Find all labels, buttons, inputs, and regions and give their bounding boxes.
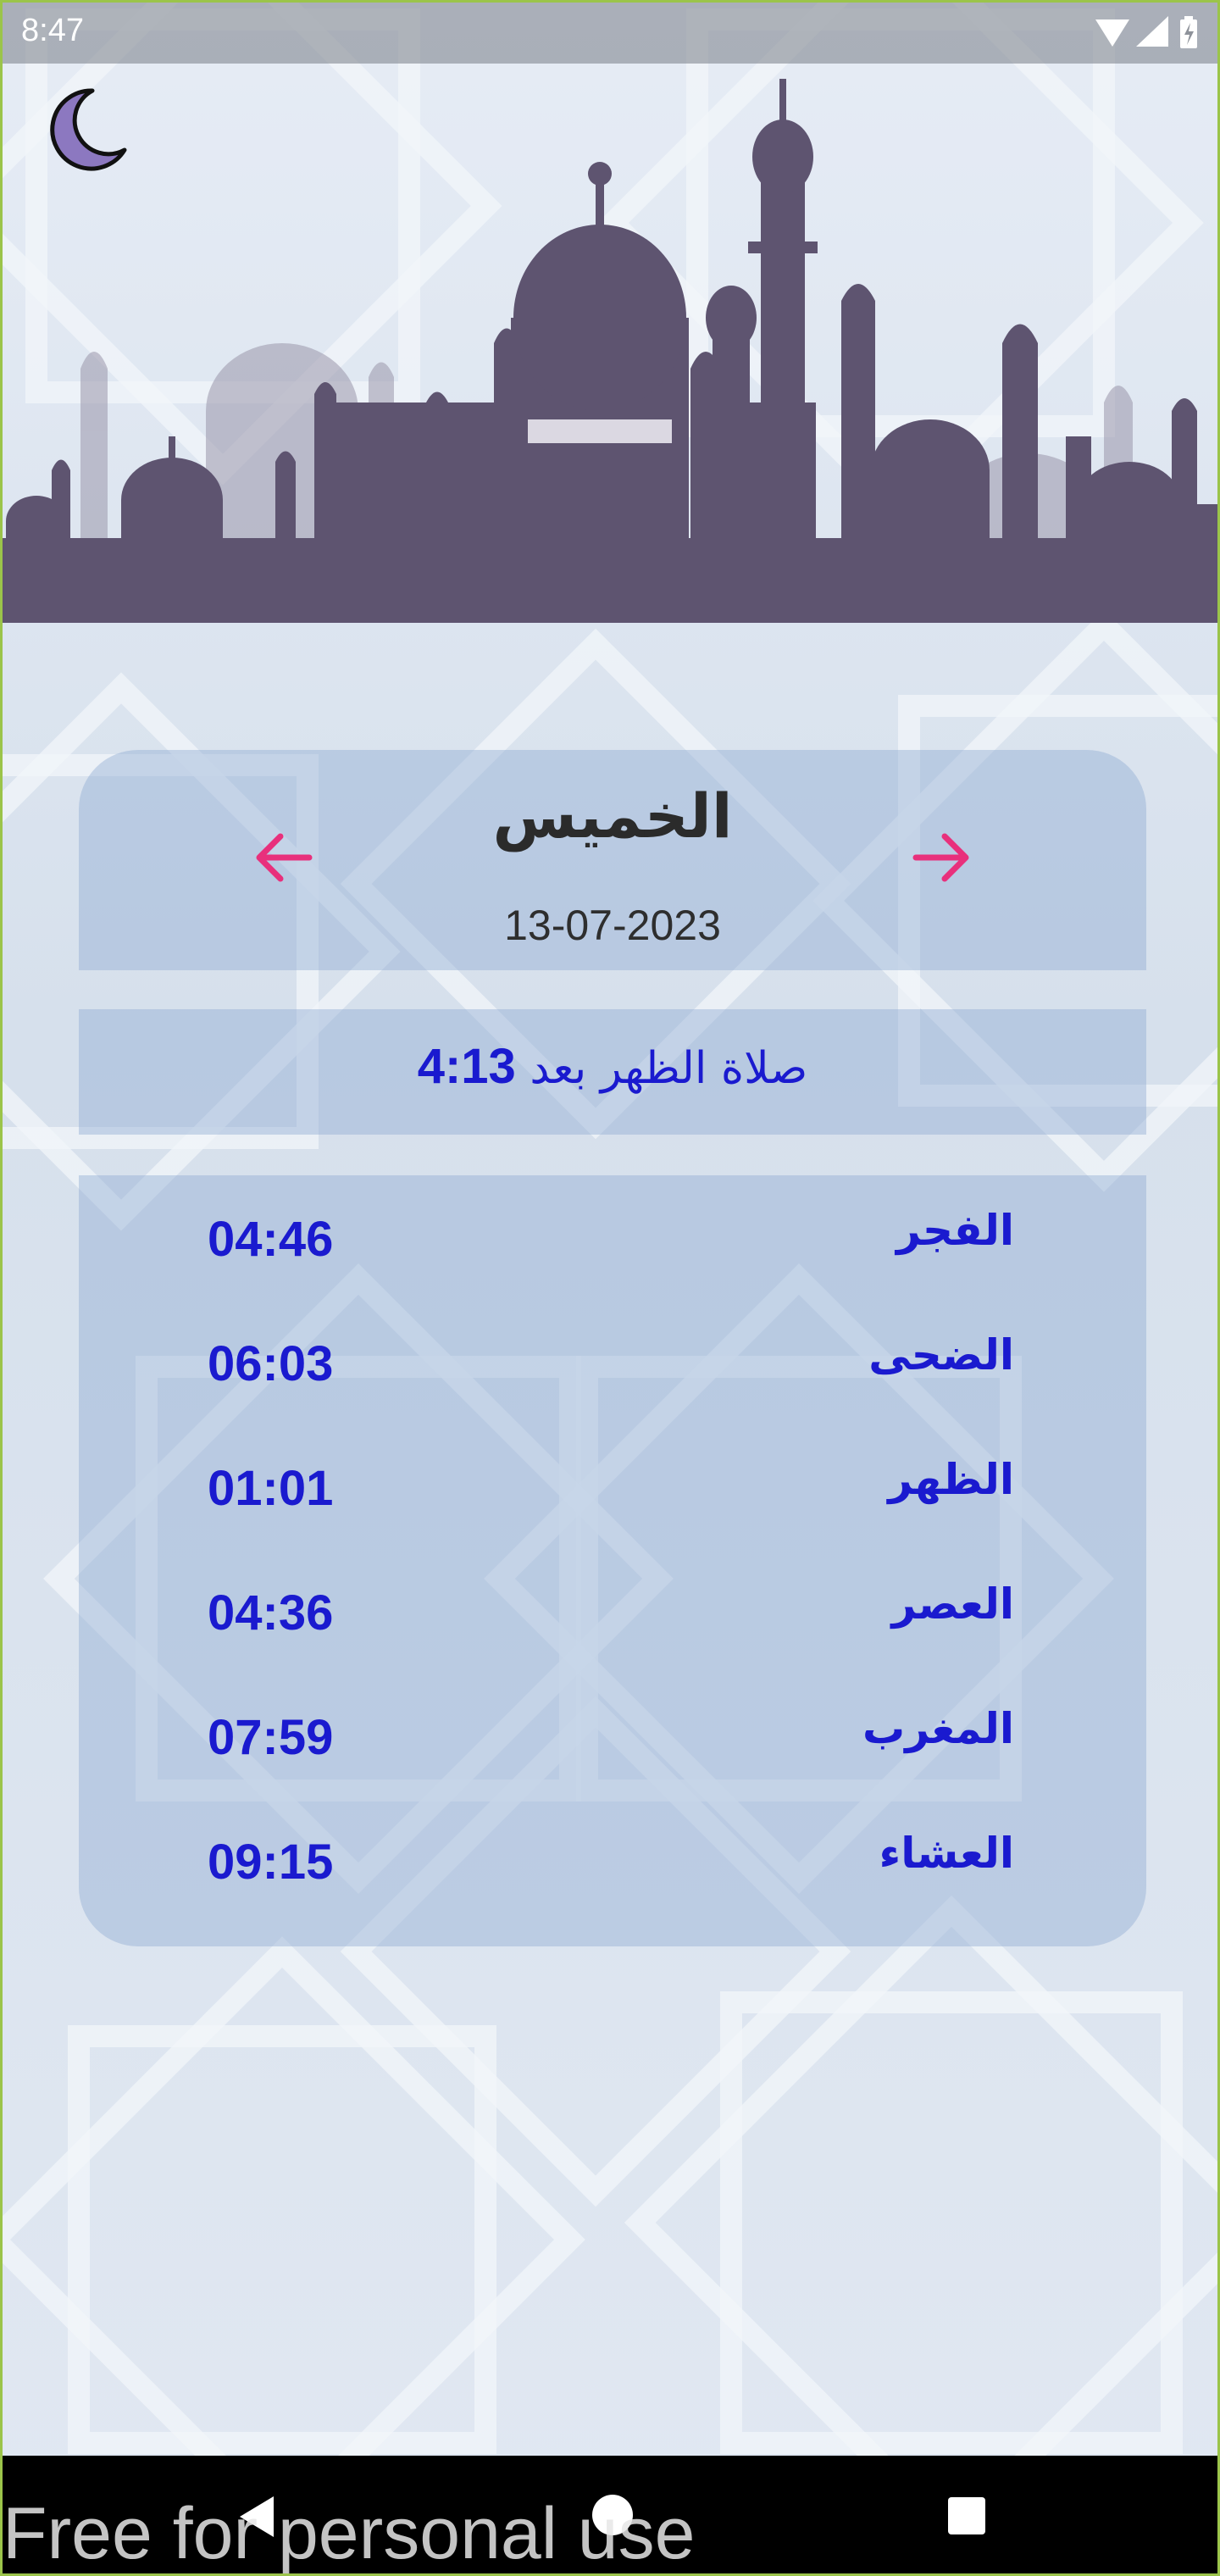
- mosque-skyline-header: [3, 79, 1217, 623]
- prayer-row-isha: العشاء 09:15: [79, 1798, 1146, 1923]
- prayer-name: الفجر: [896, 1206, 1014, 1255]
- prayer-time: 04:36: [208, 1585, 334, 1641]
- crescent-moon-icon[interactable]: [43, 84, 131, 172]
- arrow-right-icon[interactable]: [902, 819, 979, 896]
- watermark-text: Free for personal use: [3, 2493, 696, 2574]
- wifi-icon: [1095, 19, 1129, 47]
- prayer-row-duha: الضحى 06:03: [79, 1300, 1146, 1424]
- status-icons: [1095, 16, 1197, 48]
- day-card: الخميس 13-07-2023: [79, 750, 1146, 970]
- prayer-row-asr: العصر 04:36: [79, 1549, 1146, 1674]
- next-prayer-card: صلاة الظهر بعد 4:13: [79, 1009, 1146, 1135]
- prayer-time: 01:01: [208, 1461, 334, 1516]
- prayer-times-card: الفجر 04:46 الضحى 06:03 الظهر 01:01 العص…: [79, 1175, 1146, 1946]
- prayer-row-maghrib: المغرب 07:59: [79, 1674, 1146, 1798]
- recents-icon[interactable]: [945, 2494, 989, 2538]
- next-prayer-remaining: 4:13: [417, 1039, 516, 1094]
- prayer-row-fajr: الفجر 04:46: [79, 1175, 1146, 1300]
- prayer-name: المغرب: [862, 1704, 1014, 1753]
- battery-charging-icon: [1180, 16, 1197, 48]
- prayer-time: 09:15: [208, 1835, 334, 1890]
- day-name: الخميس: [492, 780, 733, 852]
- prayer-name: الظهر: [888, 1455, 1014, 1504]
- status-time: 8:47: [21, 13, 84, 48]
- next-prayer-label: صلاة الظهر بعد: [530, 1043, 808, 1094]
- prayer-name: الضحى: [868, 1330, 1014, 1380]
- prayer-time: 06:03: [208, 1336, 334, 1391]
- prayer-time: 04:46: [208, 1212, 334, 1267]
- prayer-name: العشاء: [879, 1829, 1014, 1878]
- cellular-signal-icon: [1136, 16, 1168, 47]
- prayer-row-dhuhr: الظهر 01:01: [79, 1424, 1146, 1549]
- app-screen: 8:47 الخميس 13-07-2023 صلاة الظهر بعد 4:…: [0, 0, 1220, 2576]
- date-label: 13-07-2023: [504, 902, 721, 949]
- next-prayer-text: صلاة الظهر بعد 4:13: [79, 1038, 1146, 1095]
- prayer-time: 07:59: [208, 1710, 334, 1765]
- prayer-name: العصر: [891, 1579, 1014, 1629]
- status-bar: 8:47: [3, 3, 1217, 64]
